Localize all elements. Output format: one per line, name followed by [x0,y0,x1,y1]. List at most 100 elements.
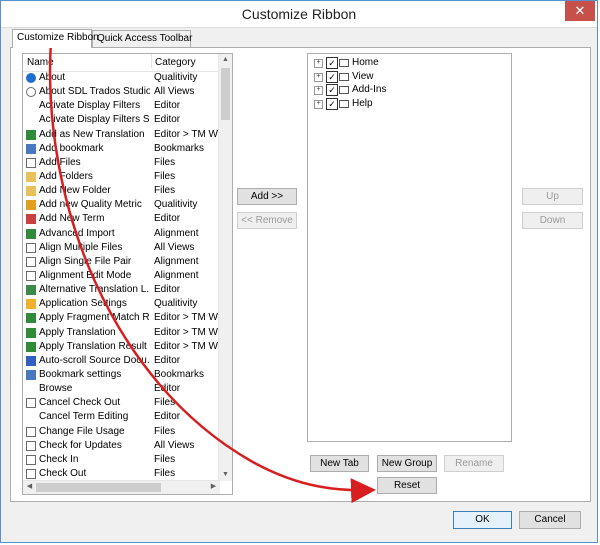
command-category: Bookmarks [154,368,205,380]
command-category: Files [154,185,176,197]
command-name: Alternative Translation L... [39,284,150,296]
vertical-scrollbar[interactable]: ▲ ▼ [218,54,232,481]
column-header-category[interactable]: Category [151,54,196,68]
list-item[interactable]: Browse Editor [23,382,219,396]
tab-checkbox[interactable]: ✓ [326,57,338,69]
command-name: Add New Folder [39,185,111,197]
command-category: Files [154,453,176,465]
tab-checkbox[interactable]: ✓ [326,97,338,110]
new-tab-button[interactable]: New Tab [310,455,369,472]
list-item[interactable]: Cancel Check Out Files [23,396,219,410]
command-name: Check In [39,453,79,465]
list-item[interactable]: Apply Translation Editor > TM Wi [23,326,219,340]
horizontal-scroll-thumb[interactable] [36,483,161,492]
tab-customize-ribbon[interactable]: Customize Ribbon [12,29,99,48]
list-item[interactable]: Change File Usage Files [23,425,219,439]
ok-button[interactable]: OK [453,511,512,529]
command-name: Align Single File Pair [39,255,132,267]
horizontal-scrollbar[interactable]: ◀ ▶ [23,480,220,494]
list-item[interactable]: About SDL Trados Studio All Views [23,85,219,99]
tree-node-label: Home [352,57,379,68]
list-item[interactable]: Check In Files [23,453,219,467]
command-category: Files [154,170,176,182]
command-category: All Views [154,439,195,451]
command-category: Bookmarks [154,142,205,154]
column-header-name[interactable]: Name [27,57,54,68]
list-item[interactable]: About Qualitivity [23,71,219,85]
command-name: Activate Display Filters S... [39,114,150,126]
command-category: Editor [154,354,181,366]
command-name: Application Settings [39,298,127,310]
list-item[interactable]: Activate Display Filters S... Editor [23,113,219,127]
tree-node-label: View [352,70,374,82]
align-icon [26,242,36,253]
scroll-right-arrow-icon[interactable]: ▶ [207,481,220,493]
add-button[interactable]: Add >> [237,188,297,205]
command-name: Change File Usage [39,425,125,437]
list-item[interactable]: Add bookmark Bookmarks [23,142,219,156]
list-item[interactable]: Add as New Translation Editor > TM Wi [23,128,219,142]
list-item[interactable]: Alignment Edit Mode Alignment [23,269,219,283]
expand-plus-icon[interactable]: + [314,99,323,109]
rename-button[interactable]: Rename [444,455,504,472]
close-button[interactable]: ✕ [565,1,595,21]
vertical-scroll-thumb[interactable] [221,68,230,120]
align-icon [26,256,36,267]
list-item[interactable]: Check Out Files [23,467,219,481]
command-name: Apply Fragment Match Re... [39,312,150,324]
list-item[interactable]: Application Settings Qualitivity [23,297,219,311]
list-item[interactable]: Add Files Files [23,156,219,170]
move-up-button[interactable]: Up [522,188,583,205]
list-item[interactable]: Add New Term Editor [23,212,219,226]
list-item[interactable]: Add Folders Files [23,170,219,184]
command-name: Add Files [39,156,81,168]
list-item[interactable]: Add new Quality Metric Qualitivity [23,198,219,212]
expand-plus-icon[interactable]: + [314,86,323,95]
command-name: About SDL Trados Studio [39,86,150,98]
expand-plus-icon[interactable]: + [314,59,323,68]
command-name: Add as New Translation [39,128,145,140]
ribbon-tabs-tree[interactable]: + ✓ Home + ✓ View + ✓ Add-Ins + ✓ Help [307,53,512,442]
list-item[interactable]: Advanced Import Alignment [23,227,219,241]
window-title: Customize Ribbon [241,6,357,22]
tab-icon [339,59,349,67]
list-item[interactable]: Activate Display Filters Editor [23,99,219,113]
command-category: Alignment [154,269,199,281]
remove-button[interactable]: << Remove [237,212,297,229]
move-down-button[interactable]: Down [522,212,583,229]
list-item[interactable]: Bookmark settings Bookmarks [23,368,219,382]
tm-apply-icon [26,327,36,338]
cancel-button[interactable]: Cancel [519,511,581,529]
info-icon [26,73,36,83]
list-item[interactable]: Add New Folder Files [23,184,219,198]
command-name: Add Folders [39,170,93,182]
list-item[interactable]: Cancel Term Editing Editor [23,410,219,424]
list-item[interactable]: Align Multiple Files All Views [23,241,219,255]
check-in-icon [26,454,36,465]
tab-quick-access-toolbar[interactable]: Quick Access Toolbar [92,30,192,47]
scroll-up-arrow-icon[interactable]: ▲ [219,54,232,66]
list-item[interactable]: Apply Translation Result Editor > TM Wi [23,340,219,354]
list-item[interactable]: Auto-scroll Source Docu... Editor [23,354,219,368]
commands-list[interactable]: Name Category About Qualitivity About SDL … [22,53,233,495]
fragment-icon [26,313,36,324]
list-item[interactable]: Check for Updates All Views [23,439,219,453]
reset-button[interactable]: Reset [377,477,437,494]
list-item[interactable]: Apply Fragment Match Re... Editor > TM Wi [23,311,219,325]
tab-icon [339,72,349,81]
cancel-checkout-icon [26,398,36,409]
scroll-left-arrow-icon[interactable]: ◀ [23,481,36,493]
list-header: Name Category [23,54,219,72]
tab-checkbox[interactable]: ✓ [326,70,338,83]
command-category: All Views [154,86,195,98]
title-bar: Customize Ribbon ✕ [1,1,597,28]
command-name: Cancel Check Out [39,397,121,409]
tab-icon [339,86,349,94]
list-item[interactable]: Alternative Translation L... Editor [23,283,219,297]
scroll-down-arrow-icon[interactable]: ▼ [219,469,232,481]
command-category: Editor [154,114,181,126]
tab-checkbox[interactable]: ✓ [326,84,338,96]
expand-plus-icon[interactable]: + [314,72,323,82]
list-item[interactable]: Align Single File Pair Alignment [23,255,219,269]
new-group-button[interactable]: New Group [377,455,437,472]
